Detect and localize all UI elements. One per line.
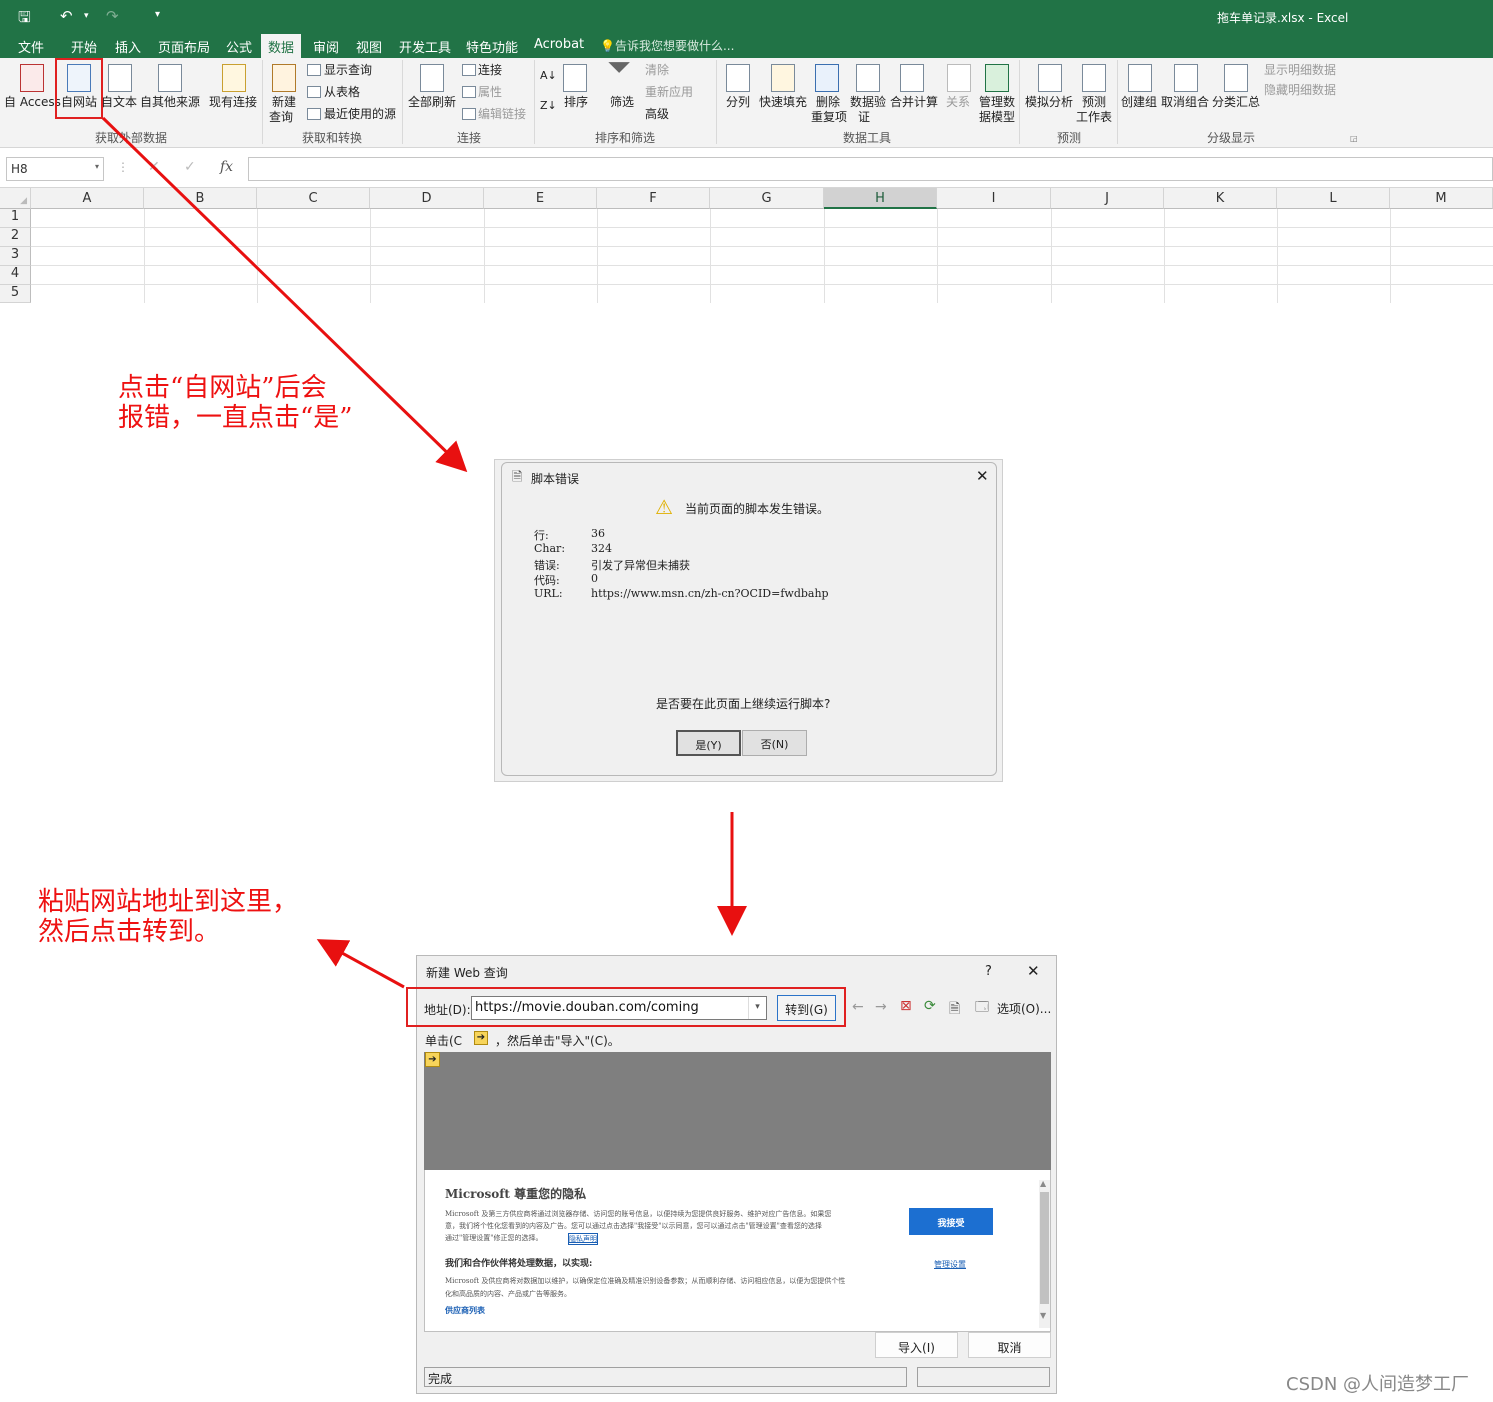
privacy-text: 通过"管理设置"修正您的选择。 — [445, 1234, 543, 1242]
script-error-title: 脚本错误 — [531, 472, 580, 486]
field-value: 引发了异常但未捕获 — [591, 559, 690, 572]
annotation-line: 然后点击转到。 — [38, 917, 221, 947]
cancel-button[interactable]: 取消 — [968, 1332, 1051, 1358]
field-label: 行: — [534, 529, 549, 542]
close-icon[interactable]: ✕ — [976, 467, 989, 485]
privacy-statement-link[interactable]: 隐私声明 — [568, 1233, 598, 1245]
scroll-down-icon[interactable]: ▼ — [1040, 1311, 1046, 1320]
close-icon[interactable]: ✕ — [1027, 962, 1040, 980]
warning-icon: ⚠ — [655, 495, 673, 519]
watermark: CSDN @人间造梦工厂 — [1286, 1374, 1470, 1395]
status-bar: 完成 — [424, 1367, 907, 1387]
accept-button[interactable]: 我接受 — [909, 1208, 993, 1235]
status-text: 完成 — [428, 1372, 453, 1386]
vendor-list-link[interactable]: 供应商列表 — [445, 1305, 485, 1316]
page-header-banner — [424, 1052, 1051, 1170]
annotation-line: 粘贴网站地址到这里， — [38, 887, 299, 917]
address-highlight — [406, 987, 846, 1027]
help-button[interactable]: ? — [985, 964, 992, 979]
field-value: 36 — [591, 527, 605, 540]
field-label: 错误: — [534, 559, 560, 572]
partner-text: 化和高品质的内容、产品或广告等服务。 — [445, 1290, 571, 1298]
page-icon: 🗎 — [512, 470, 523, 485]
script-error-window: 🗎 脚本错误 ✕ ⚠ 当前页面的脚本发生错误。 行: Char: 错误: 代码:… — [501, 462, 997, 776]
arrow-to-address-note — [316, 939, 405, 989]
back-arrow-icon: ← — [852, 999, 864, 1015]
continue-question: 是否要在此页面上继续运行脚本? — [656, 697, 831, 711]
save-query-icon[interactable]: 🗎 — [949, 998, 960, 1022]
field-value: 324 — [591, 542, 612, 555]
status-bar-progress — [917, 1367, 1050, 1387]
field-label: 代码: — [534, 574, 560, 587]
instruction-text-a: 单击(C — [425, 1034, 463, 1048]
refresh-icon[interactable]: ⟳ — [924, 998, 936, 1014]
annotation-line: 报错，一直点击“是” — [118, 403, 353, 433]
privacy-text: Microsoft 及第三方供应商将通过浏览器存储、访问您的账号信息，以便持续为… — [445, 1210, 832, 1218]
manage-settings-link[interactable]: 管理设置 — [934, 1259, 966, 1270]
forward-arrow-icon: → — [875, 999, 887, 1015]
import-button[interactable]: 导入(I) — [875, 1332, 958, 1358]
annotation-line: 点击“自网站”后会 — [118, 373, 327, 403]
privacy-text: 意，我们将个性化您看到的内容及广告。您可以通过点击选择"我接受"以示同意，您可以… — [445, 1222, 822, 1230]
script-error-dialog: 🗎 脚本错误 ✕ ⚠ 当前页面的脚本发生错误。 行: Char: 错误: 代码:… — [494, 459, 1003, 782]
web-query-title: 新建 Web 查询 — [426, 966, 508, 980]
field-label: URL: — [534, 587, 563, 600]
select-table-arrow-icon[interactable]: ➔ — [425, 1052, 440, 1067]
field-value: https://www.msn.cn/zh-cn?OCID=fwdbahp — [591, 587, 829, 600]
stop-icon[interactable]: ⊠ — [900, 998, 912, 1014]
annotation-click-web: 点击“自网站”后会 报错，一直点击“是” — [118, 373, 353, 433]
partner-text: Microsoft 及供应商将对数据加以维护，以确保定位准确及精准识别设备参数；… — [445, 1277, 846, 1285]
yes-button[interactable]: 是(Y) — [676, 730, 741, 756]
field-label: Char: — [534, 542, 566, 555]
options-button[interactable]: 选项(O)... — [997, 1000, 1051, 1017]
field-value: 0 — [591, 572, 598, 585]
error-heading: 当前页面的脚本发生错误。 — [685, 502, 830, 516]
annotation-paste-url: 粘贴网站地址到这里， 然后点击转到。 — [38, 887, 298, 947]
instruction-text-b: ，然后单击"导入"(C)。 — [495, 1034, 620, 1048]
scroll-up-icon[interactable]: ▲ — [1040, 1179, 1046, 1188]
no-button[interactable]: 否(N) — [742, 730, 807, 756]
scrollbar-thumb[interactable] — [1040, 1192, 1049, 1304]
partner-title: 我们和合作伙伴将处理数据，以实现: — [445, 1259, 593, 1269]
options-icon: 🗔 — [975, 1000, 990, 1015]
arrow-marker-icon: ➔ — [474, 1031, 488, 1045]
privacy-title: Microsoft 尊重您的隐私 — [445, 1187, 587, 1201]
